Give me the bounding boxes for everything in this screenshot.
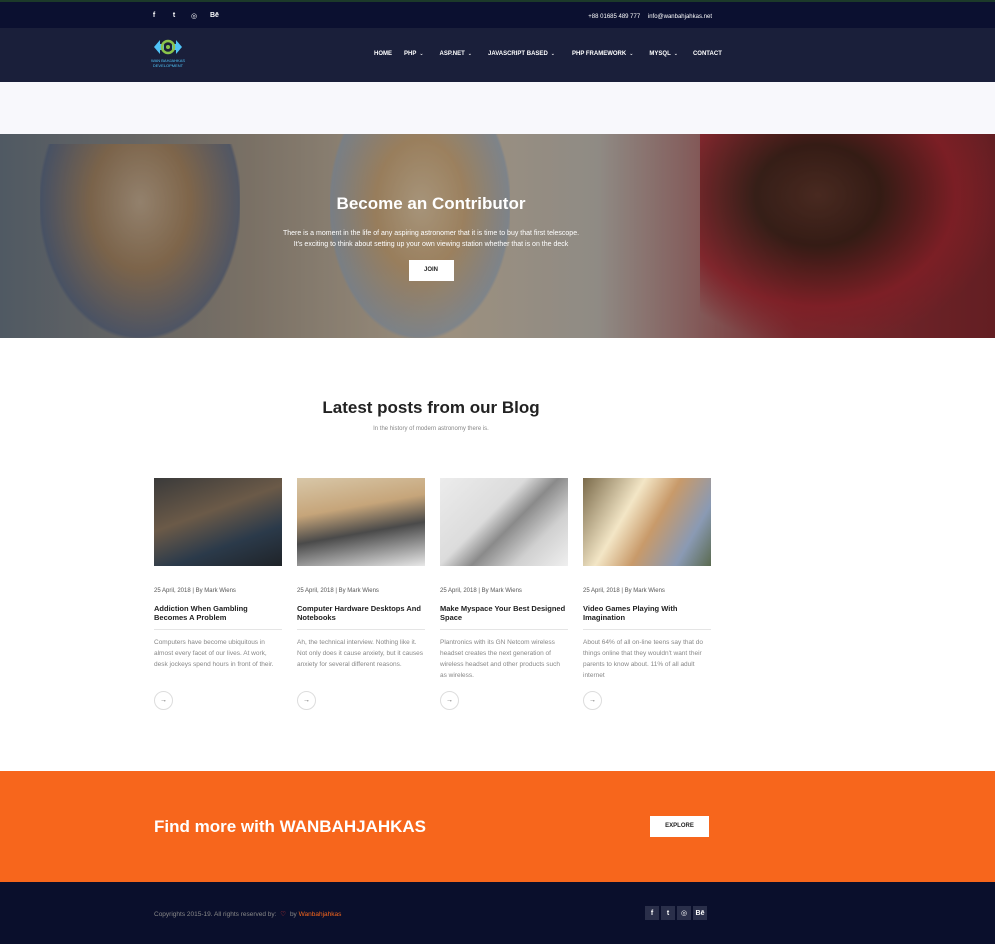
cta-title: Find more with WANBAHJAHKAS (154, 817, 426, 836)
main-navbar: WAN BAHJAHKAS DEVELOPMENT HOME PHP ⌄ ASP.… (0, 28, 995, 82)
nav-item-aspnet[interactable]: ASP.NET ⌄ (440, 51, 472, 57)
dribbble-icon[interactable]: ◎ (677, 906, 691, 920)
nav-item-javascript[interactable]: JAVASCRIPT BASED ⌄ (488, 51, 555, 57)
main-menu: HOME PHP ⌄ ASP.NET ⌄ JAVASCRIPT BASED ⌄ PHP… (374, 51, 722, 57)
join-button[interactable]: JOIN (408, 260, 454, 281)
chevron-down-icon: ⌄ (629, 51, 634, 57)
heart-icon: ♡ (280, 911, 287, 918)
blog-title: Latest posts from our Blog (322, 398, 540, 417)
post-meta: 25 April, 2018 | By Mark Wiens (297, 588, 379, 594)
logo-text: WAN BAHJAHKAS DEVELOPMENT (150, 58, 186, 68)
nav-label: CONTACT (692, 51, 722, 57)
blog-subtitle: In the history of modern astronomy there… (373, 426, 489, 432)
brand-link[interactable]: Wanbahjahkas (299, 911, 342, 918)
post-thumbnail[interactable] (154, 478, 282, 566)
post-thumbnail[interactable] (297, 478, 425, 566)
post-meta: 25 April, 2018 | By Mark Wiens (440, 588, 522, 594)
dribbble-icon[interactable]: ◎ (190, 12, 198, 20)
post-excerpt: About 64% of all on-line teens say that … (583, 639, 703, 679)
post-divider (154, 629, 282, 630)
read-more-arrow-icon[interactable]: → (297, 691, 316, 710)
behance-icon[interactable]: Bē (693, 906, 707, 920)
logo-mark-icon (154, 39, 182, 55)
post-excerpt: Computers have become ubiquitous in almo… (154, 639, 274, 668)
read-more-arrow-icon[interactable]: → (440, 691, 459, 710)
post-divider (583, 629, 711, 630)
chevron-down-icon: ⌄ (673, 51, 678, 57)
hero-content: Become an Contributor There is a moment … (0, 194, 862, 281)
nav-label: HOME (374, 51, 392, 57)
facebook-icon[interactable]: f (645, 906, 659, 920)
post-divider (440, 629, 568, 630)
hero-banner: Become an Contributor There is a moment … (0, 134, 995, 338)
nav-label: JAVASCRIPT BASED (487, 51, 548, 57)
copyright-prefix: Copyrights 2015-19. All rights reserved … (154, 911, 277, 918)
facebook-icon[interactable]: f (150, 12, 158, 20)
copyright-text: Copyrights 2015-19. All rights reserved … (154, 910, 341, 918)
nav-label: ASP.NET (439, 51, 465, 57)
post-excerpt: Ah, the technical interview. Nothing lik… (297, 639, 423, 668)
blog-post-card: 25 April, 2018 | By Mark Wiens Computer … (297, 478, 425, 710)
post-divider (297, 629, 425, 630)
hero-text-line: It's exciting to think about setting up … (293, 241, 569, 248)
nav-item-php[interactable]: PHP ⌄ (404, 51, 424, 57)
hero-text: There is a moment in the life of any asp… (0, 228, 862, 250)
chevron-down-icon: ⌄ (419, 51, 424, 57)
phone-link[interactable]: +88 01685 489 777 (588, 14, 640, 20)
hero-text-line: There is a moment in the life of any asp… (282, 230, 580, 237)
chevron-down-icon: ⌄ (550, 51, 555, 57)
cta-banner: Find more with WANBAHJAHKAS EXPLORE (0, 771, 995, 882)
post-thumbnail[interactable] (583, 478, 711, 566)
behance-icon[interactable]: Bē (210, 12, 219, 20)
nav-label: PHP (404, 51, 417, 57)
blog-post-card: 25 April, 2018 | By Mark Wiens Addiction… (154, 478, 282, 710)
nav-item-home[interactable]: HOME (374, 51, 392, 57)
blog-post-list: 25 April, 2018 | By Mark Wiens Addiction… (154, 478, 711, 710)
twitter-icon[interactable]: t (661, 906, 675, 920)
blog-post-card: 25 April, 2018 | By Mark Wiens Video Gam… (583, 478, 711, 710)
nav-item-mysql[interactable]: MYSQL ⌄ (649, 51, 678, 57)
post-title[interactable]: Video Games Playing With Imagination (583, 604, 711, 624)
post-thumbnail[interactable] (440, 478, 568, 566)
twitter-icon[interactable]: t (170, 12, 178, 20)
read-more-arrow-icon[interactable]: → (154, 691, 173, 710)
hero-title: Become an Contributor (336, 194, 526, 213)
post-title[interactable]: Make Myspace Your Best Designed Space (440, 604, 568, 624)
site-footer: Copyrights 2015-19. All rights reserved … (0, 882, 995, 944)
explore-button[interactable]: EXPLORE (650, 816, 709, 837)
top-bar: f t ◎ Bē +88 01685 489 777 info@wanbahja… (0, 0, 995, 28)
copyright-by: by (289, 911, 297, 918)
nav-item-contact[interactable]: CONTACT (693, 51, 722, 57)
post-title[interactable]: Addiction When Gambling Becomes A Proble… (154, 604, 282, 624)
post-title[interactable]: Computer Hardware Desktops And Notebooks (297, 604, 425, 624)
post-meta: 25 April, 2018 | By Mark Wiens (583, 588, 665, 594)
footer-social-links: f t ◎ Bē (645, 906, 707, 920)
top-contact: +88 01685 489 777 info@wanbahjahkas.net (582, 14, 712, 20)
top-social-links: f t ◎ Bē (150, 12, 219, 20)
header-spacer (0, 82, 995, 134)
nav-label: MYSQL (649, 51, 671, 57)
post-meta: 25 April, 2018 | By Mark Wiens (154, 588, 236, 594)
nav-item-php-framework[interactable]: PHP FRAMEWORK ⌄ (572, 51, 633, 57)
site-logo[interactable]: WAN BAHJAHKAS DEVELOPMENT (148, 36, 188, 72)
email-link[interactable]: info@wanbahjahkas.net (648, 14, 712, 20)
read-more-arrow-icon[interactable]: → (583, 691, 602, 710)
post-excerpt: Plantronics with its GN Netcom wireless … (440, 639, 560, 679)
blog-section: Latest posts from our Blog In the histor… (0, 338, 995, 771)
chevron-down-icon: ⌄ (467, 51, 472, 57)
blog-post-card: 25 April, 2018 | By Mark Wiens Make Mysp… (440, 478, 568, 710)
nav-label: PHP FRAMEWORK (571, 51, 627, 57)
